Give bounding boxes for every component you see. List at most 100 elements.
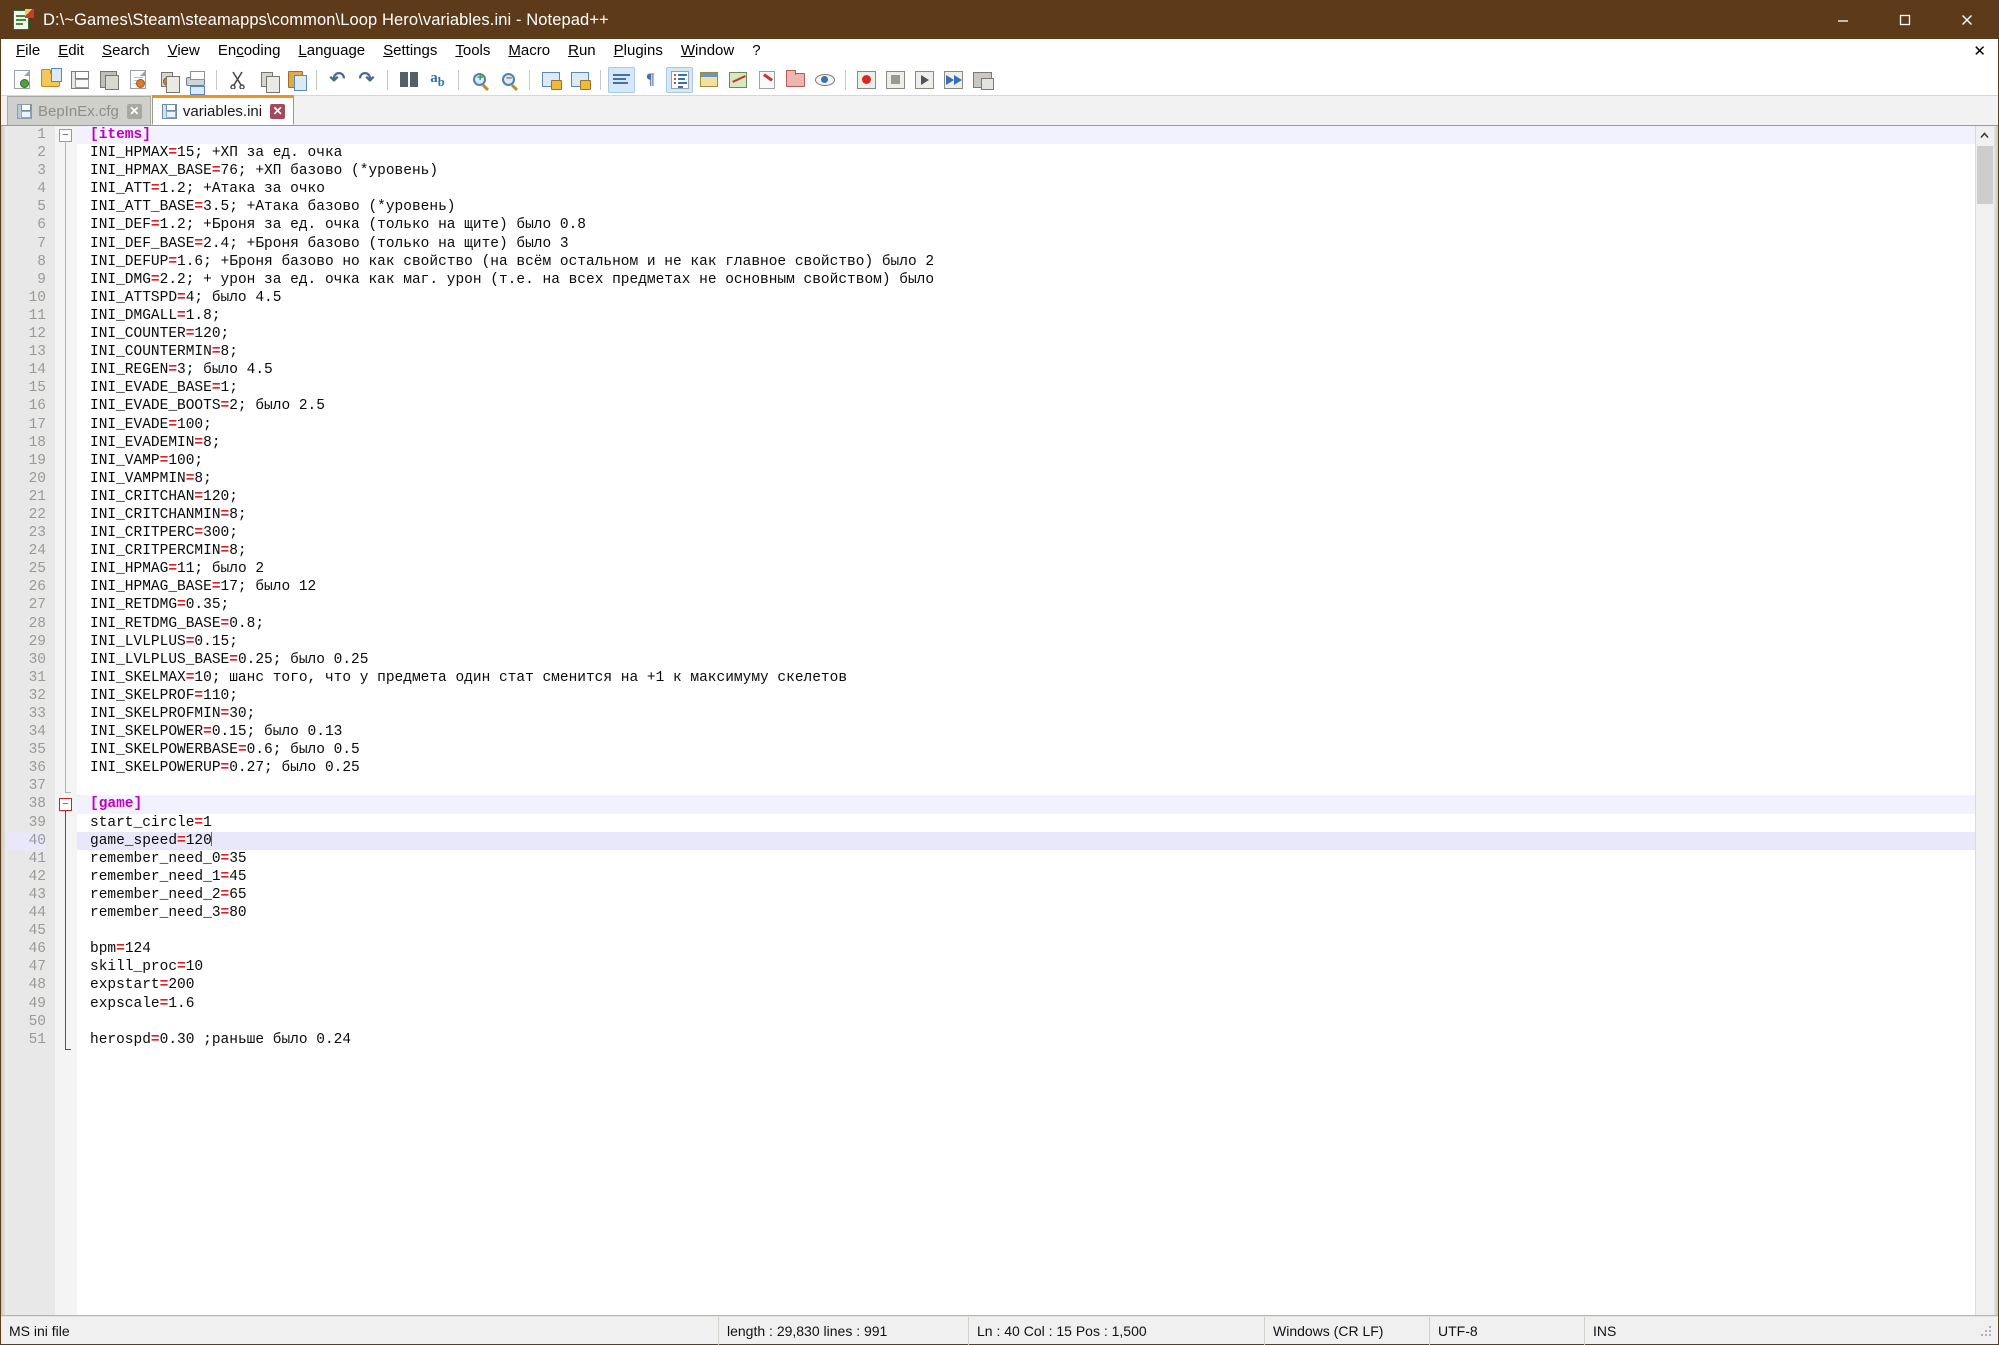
code-line[interactable]: [items]	[77, 126, 1975, 145]
code-line[interactable]: remember_need_2=65	[77, 886, 1975, 904]
menu-item-window[interactable]: Window	[672, 40, 743, 63]
paste-icon[interactable]	[282, 67, 309, 93]
code-line[interactable]: INI_EVADEMIN=8;	[77, 434, 1975, 452]
stop-recording-icon[interactable]	[882, 67, 909, 93]
document-map-icon[interactable]	[724, 67, 751, 93]
cut-icon[interactable]	[224, 67, 251, 93]
code-line[interactable]: INI_VAMPMIN=8;	[77, 470, 1975, 488]
code-line[interactable]: INI_SKELPROF=110;	[77, 687, 1975, 705]
code-line[interactable]: INI_ATTSPD=4; было 4.5	[77, 289, 1975, 307]
code-line[interactable]: remember_need_1=45	[77, 868, 1975, 886]
menu-item-run[interactable]: Run	[559, 40, 605, 63]
code-line[interactable]: INI_CRITCHAN=120;	[77, 488, 1975, 506]
code-line[interactable]: INI_SKELPOWERUP=0.27; было 0.25	[77, 759, 1975, 777]
find-icon[interactable]	[395, 67, 422, 93]
zoom-out-icon[interactable]: –	[495, 67, 522, 93]
save-icon[interactable]	[66, 67, 93, 93]
code-line[interactable]: INI_EVADE_BASE=1;	[77, 379, 1975, 397]
status-eol-format[interactable]: Windows (CR LF)	[1265, 1316, 1430, 1345]
code-line[interactable]: herospd=0.30 ;раньше было 0.24	[77, 1031, 1975, 1049]
code-line[interactable]: INI_DEF_BASE=2.4; +Броня базово (только …	[77, 235, 1975, 253]
close-all-files-icon[interactable]	[153, 67, 180, 93]
code-line[interactable]: INI_LVLPLUS_BASE=0.25; было 0.25	[77, 651, 1975, 669]
code-line[interactable]: INI_COUNTER=120;	[77, 325, 1975, 343]
code-line[interactable]: INI_LVLPLUS=0.15;	[77, 633, 1975, 651]
code-line[interactable]: INI_HPMAX_BASE=76; +ХП базово (*уровень)	[77, 162, 1975, 180]
code-line[interactable]: INI_RETDMG_BASE=0.8;	[77, 615, 1975, 633]
code-line[interactable]: INI_ATT=1.2; +Атака за очко	[77, 180, 1975, 198]
code-line[interactable]: expstart=200	[77, 976, 1975, 994]
close-document-icon[interactable]: ✕	[1973, 42, 1986, 60]
code-line[interactable]: INI_ATT_BASE=3.5; +Атака базово (*уровен…	[77, 198, 1975, 216]
menu-item-settings[interactable]: Settings	[374, 40, 446, 63]
code-line[interactable]: remember_need_0=35	[77, 850, 1975, 868]
code-line[interactable]: INI_CRITCHANMIN=8;	[77, 506, 1975, 524]
menu-item-file[interactable]: File	[7, 40, 49, 63]
code-line[interactable]: bpm=124	[77, 940, 1975, 958]
folder-as-workspace-icon[interactable]	[782, 67, 809, 93]
menu-item-plugins[interactable]: Plugins	[605, 40, 672, 63]
code-line[interactable]: INI_DEFUP=1.6; +Броня базово но как свой…	[77, 253, 1975, 271]
function-list-icon[interactable]	[753, 67, 780, 93]
menu-item-[interactable]: ?	[743, 40, 769, 63]
menu-item-language[interactable]: Language	[289, 40, 374, 63]
fold-toggle-icon[interactable]: −	[59, 798, 72, 812]
copy-icon[interactable]	[253, 67, 280, 93]
code-line[interactable]: start_circle=1	[77, 814, 1975, 832]
code-line[interactable]: INI_HPMAX=15; +ХП за ед. очка	[77, 144, 1975, 162]
save-all-icon[interactable]	[95, 67, 122, 93]
print-icon[interactable]	[182, 67, 209, 95]
code-line[interactable]: INI_EVADE=100;	[77, 416, 1975, 434]
run-panel-icon[interactable]	[969, 67, 996, 93]
code-line[interactable]: INI_SKELPOWERBASE=0.6; было 0.5	[77, 741, 1975, 759]
indent-guide-icon[interactable]	[666, 66, 693, 93]
code-line[interactable]: INI_CRITPERC=300;	[77, 524, 1975, 542]
show-all-characters-icon[interactable]: ¶	[637, 67, 664, 93]
scroll-up-button[interactable]	[1976, 126, 1994, 144]
code-line[interactable]: [game]	[77, 795, 1975, 814]
vertical-scrollbar[interactable]	[1975, 126, 1993, 1315]
code-line[interactable]: INI_DMG=2.2; + урон за ед. очка как маг.…	[77, 271, 1975, 289]
status-insert-mode[interactable]: INS	[1585, 1317, 1979, 1345]
code-line[interactable]	[77, 922, 1975, 940]
redo-icon[interactable]: ↷	[353, 67, 380, 93]
sync-horizontal-scrolling-icon[interactable]	[566, 67, 593, 93]
zoom-in-icon[interactable]: +	[466, 67, 493, 93]
code-line[interactable]	[77, 1013, 1975, 1031]
code-line[interactable]: INI_REGEN=3; было 4.5	[77, 361, 1975, 379]
menu-item-search[interactable]: Search	[93, 40, 159, 63]
code-line[interactable]: INI_HPMAG_BASE=17; было 12	[77, 578, 1975, 596]
code-line[interactable]: INI_CRITPERCMIN=8;	[77, 542, 1975, 560]
open-file-icon[interactable]	[37, 67, 64, 93]
menu-item-encoding[interactable]: Encoding	[209, 40, 290, 63]
code-line[interactable]: INI_VAMP=100;	[77, 452, 1975, 470]
record-macro-icon[interactable]	[853, 67, 880, 93]
code-text[interactable]: [items] INI_HPMAX=15; +ХП за ед. очка INI_…	[77, 126, 1975, 1315]
code-line[interactable]: skill_proc=10	[77, 958, 1975, 976]
code-line[interactable]: INI_SKELPOWER=0.15; было 0.13	[77, 723, 1975, 741]
menu-item-view[interactable]: View	[159, 40, 209, 63]
tab-close-icon[interactable]: ✕	[126, 103, 142, 119]
code-line[interactable]: INI_EVADE_BOOTS=2; было 2.5	[77, 397, 1975, 415]
code-line[interactable]: INI_HPMAG=11; было 2	[77, 560, 1975, 578]
maximize-button[interactable]	[1874, 1, 1936, 39]
close-file-icon[interactable]	[124, 67, 151, 93]
new-file-icon[interactable]	[8, 67, 35, 93]
run-macro-multiple-icon[interactable]	[940, 67, 967, 93]
resize-grip[interactable]	[1979, 1322, 1995, 1339]
code-line[interactable]: remember_need_3=80	[77, 904, 1975, 922]
menu-item-edit[interactable]: Edit	[49, 40, 93, 63]
monitoring-icon[interactable]	[811, 67, 838, 93]
tab-bepinex-cfg[interactable]: BepInEx.cfg ✕	[7, 96, 151, 125]
code-line[interactable]: game_speed=120	[77, 831, 1975, 850]
replace-icon[interactable]: ab	[424, 67, 451, 93]
code-line[interactable]: INI_DMGALL=1.8;	[77, 307, 1975, 325]
user-defined-dialog-icon[interactable]	[695, 67, 722, 93]
sync-vertical-scrolling-icon[interactable]	[537, 67, 564, 93]
code-line[interactable]: INI_SKELMAX=10; шанс того, что у предмет…	[77, 669, 1975, 687]
code-line[interactable]: INI_SKELPROFMIN=30;	[77, 705, 1975, 723]
code-line[interactable]: INI_DEF=1.2; +Броня за ед. очка (только …	[77, 216, 1975, 234]
code-line[interactable]: INI_RETDMG=0.35;	[77, 596, 1975, 614]
tab-close-icon[interactable]: ✕	[270, 103, 286, 119]
fold-margin[interactable]: − −	[55, 126, 77, 1315]
